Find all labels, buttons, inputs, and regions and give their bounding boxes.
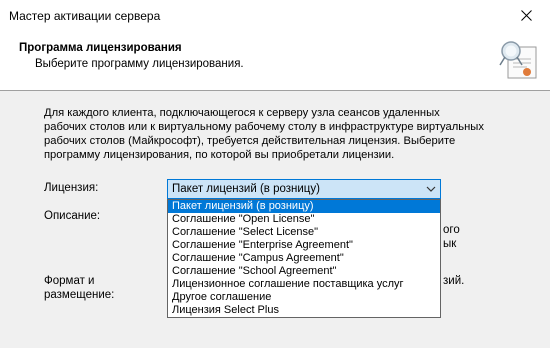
dropdown-option-school-agreement[interactable]: Соглашение "School Agreement" — [168, 265, 440, 278]
dropdown-option-retail-pack[interactable]: Пакет лицензий (в розницу) — [168, 200, 440, 213]
license-label: Лицензия: — [44, 182, 99, 194]
format-text-fragment: зий. — [443, 275, 465, 287]
page-title: Программа лицензирования — [19, 42, 182, 54]
license-program-dropdown-list[interactable]: Пакет лицензий (в розницу) Соглашение "O… — [167, 199, 441, 318]
title-bar: Мастер активации сервера — [0, 0, 550, 30]
dropdown-option-campus-agreement[interactable]: Соглашение "Campus Agreement" — [168, 252, 440, 265]
dropdown-option-select-license[interactable]: Соглашение "Select License" — [168, 226, 440, 239]
format-label-line2: размещение: — [44, 289, 115, 301]
format-label-line1: Формат и — [44, 275, 95, 287]
description-label: Описание: — [44, 210, 101, 222]
combobox-selected-value: Пакет лицензий (в розницу) — [172, 183, 320, 195]
license-program-combobox[interactable]: Пакет лицензий (в розницу) — [167, 179, 441, 199]
license-description-text: Для каждого клиента, подключающегося к с… — [44, 107, 484, 161]
description-text-fragment: ого — [443, 224, 460, 236]
dropdown-option-service-provider[interactable]: Лицензионное соглашение поставщика услуг — [168, 278, 440, 291]
close-button[interactable] — [504, 0, 550, 30]
certificate-icon — [499, 41, 537, 79]
close-icon — [521, 10, 532, 21]
dropdown-option-other-agreement[interactable]: Другое соглашение — [168, 291, 440, 304]
page-subtitle: Выберите программу лицензирования. — [35, 58, 244, 70]
description-text-fragment: ык — [443, 238, 457, 250]
window-title: Мастер активации сервера — [9, 9, 161, 23]
wizard-header: Программа лицензирования Выберите програ… — [0, 30, 550, 91]
dropdown-option-select-plus[interactable]: Лицензия Select Plus — [168, 304, 440, 317]
chevron-down-icon — [426, 186, 436, 192]
dropdown-option-open-license[interactable]: Соглашение "Open License" — [168, 213, 440, 226]
dropdown-option-enterprise-agreement[interactable]: Соглашение "Enterprise Agreement" — [168, 239, 440, 252]
